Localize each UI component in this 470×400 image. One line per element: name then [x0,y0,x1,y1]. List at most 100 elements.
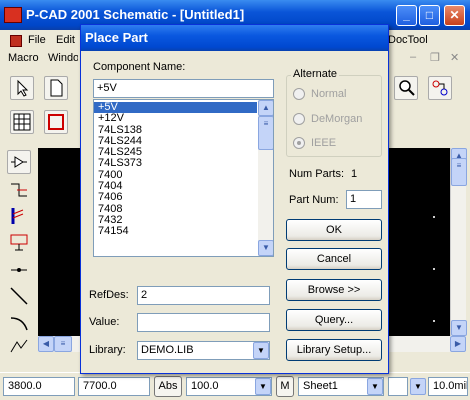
app-title: P-CAD 2001 Schematic - [Untitled1] [26,7,245,22]
browse-button[interactable]: Browse >> [286,279,382,301]
layer-color-field[interactable] [388,377,408,396]
list-item[interactable]: 74154 [94,225,257,237]
value-input[interactable] [137,313,270,332]
placement-toolbar [0,146,38,356]
canvas-vertical-scrollbar[interactable]: ▲ ≡ ▼ [450,148,467,336]
radio-ieee[interactable] [293,137,305,149]
grid-dot [433,216,435,218]
new-document-icon [50,79,63,97]
wire-icon [11,183,27,197]
menu-file[interactable]: File [28,34,46,46]
cancel-button[interactable]: Cancel [286,248,382,270]
app-icon[interactable] [4,7,22,23]
port-icon [10,234,28,251]
close-button[interactable]: ✕ [444,5,465,26]
scroll-h-thumb[interactable]: ≡ [54,336,72,352]
place-line-button[interactable] [7,284,31,308]
refdes-label: RefDes: [89,289,129,301]
menu-window[interactable]: Window [48,52,78,64]
library-combo[interactable]: DEMO.LIB ▼ [137,341,270,360]
menu-edit[interactable]: Edit [56,34,75,46]
chip-icon [48,114,64,130]
component-list-items: +5V +12V 74LS138 74LS244 74LS245 74LS373… [94,101,257,238]
scroll-up-icon[interactable]: ▲ [258,100,273,116]
part-num-input[interactable]: 1 [346,190,382,209]
zoom-value: 100.0 [191,380,219,392]
scroll-down-icon[interactable]: ▼ [258,240,273,256]
dialog-title: Place Part [81,25,388,51]
place-wire-button[interactable] [7,178,31,202]
grid-dot [433,268,435,270]
list-scrollbar[interactable]: ▲ ≡ ▼ [258,100,273,256]
scroll-thumb[interactable]: ≡ [258,116,273,150]
chevron-down-icon[interactable]: ▼ [367,378,383,395]
place-part-button[interactable] [7,150,31,174]
radio-ieee-label: IEEE [311,137,337,149]
list-item[interactable]: 7406 [94,192,257,204]
place-bus-button[interactable] [7,204,31,228]
polygon-icon [10,339,28,353]
line-icon [10,287,28,305]
menu-macro[interactable]: Macro [8,52,39,64]
mdi-close-icon[interactable]: ✕ [450,51,459,64]
place-port-button[interactable] [7,230,31,254]
library-label: Library: [89,344,126,356]
mdi-minimize-icon[interactable]: – [410,51,416,63]
zoom-button[interactable] [394,76,418,100]
grid-icon [13,113,31,131]
sheet-value: Sheet1 [303,380,338,392]
select-tool-button[interactable] [10,76,34,100]
scroll-left-icon[interactable]: ◀ [38,336,54,352]
place-part-dialog: Place Part Component Name: +5V +5V +12V … [80,24,389,374]
place-arc-button[interactable] [7,310,31,334]
component-name-input[interactable]: +5V [93,79,274,98]
scroll-down-icon[interactable]: ▼ [451,320,467,336]
library-setup-button[interactable]: Library Setup... [286,339,382,361]
library-value: DEMO.LIB [141,344,194,356]
refdes-input[interactable]: 2 [137,286,270,305]
ok-button[interactable]: OK [286,219,382,241]
radio-normal-label: Normal [311,88,347,100]
route-icon [432,80,448,96]
component-name-label: Component Name: [93,61,186,73]
m-button[interactable]: M [276,376,294,397]
x-coordinate-field[interactable]: 3800.0 [3,377,75,396]
abs-button[interactable]: Abs [154,376,182,397]
part-num-label: Part Num: [289,194,339,206]
query-button[interactable]: Query... [286,309,382,331]
value-label: Value: [89,316,120,328]
document-icon[interactable] [10,35,22,47]
part-icon [11,156,27,168]
radio-demorgan[interactable] [293,113,305,125]
arc-icon [10,317,28,331]
alternate-label: Alternate [291,68,340,80]
list-item[interactable]: +12V [94,112,257,124]
y-coordinate-field[interactable]: 7700.0 [78,377,150,396]
menu-doctool[interactable]: DocTool [388,34,428,46]
mdi-restore-icon[interactable]: ❐ [430,51,440,64]
chevron-down-icon[interactable]: ▼ [255,378,271,395]
scroll-thumb[interactable]: ≡ [451,158,467,186]
status-bar: 3800.0 7700.0 Abs 100.0 ▼ M Sheet1 ▼ ▼ 1… [0,372,470,400]
component-list[interactable]: +5V +12V 74LS138 74LS244 74LS245 74LS373… [93,99,274,257]
grid-button[interactable] [10,110,34,134]
sheet-combo[interactable]: Sheet1 ▼ [298,377,384,396]
scroll-right-icon[interactable]: ▶ [450,336,466,352]
chevron-down-icon[interactable]: ▼ [253,342,269,359]
num-parts-label: Num Parts: [289,168,345,180]
zoom-combo[interactable]: 100.0 ▼ [186,377,272,396]
chevron-down-icon[interactable]: ▼ [410,378,426,395]
arrow-cursor-icon [17,79,29,97]
num-parts-value: 1 [351,168,358,180]
grid-size-field[interactable]: 10.0mil [428,377,468,396]
new-button[interactable] [44,76,68,100]
radio-normal[interactable] [293,88,305,100]
route-button[interactable] [428,76,452,100]
place-junction-button[interactable] [7,258,31,282]
minimize-button[interactable]: _ [396,5,417,26]
place-polygon-button[interactable] [7,336,31,354]
bus-icon [11,208,24,224]
maximize-button[interactable]: □ [419,5,440,26]
component-button[interactable] [44,110,68,134]
magnifier-icon [399,80,415,96]
